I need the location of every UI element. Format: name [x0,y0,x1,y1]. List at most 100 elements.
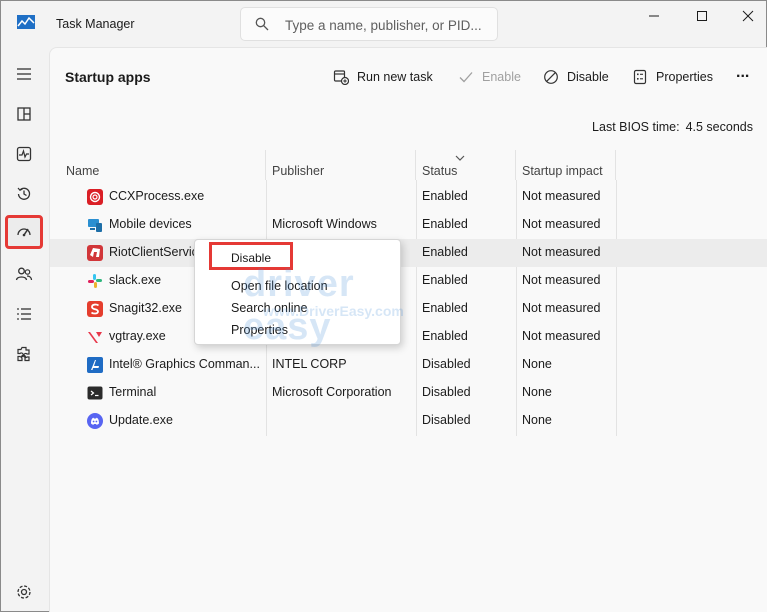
table-row[interactable]: Mobile devices Microsoft Windows Enabled… [50,211,767,239]
properties-icon [633,69,647,85]
row-impact: Not measured [522,189,601,203]
close-button[interactable] [725,1,767,31]
row-impact: Not measured [522,245,601,259]
table-row-selected[interactable]: RiotClientServices.exe Enabled Not measu… [50,239,767,267]
maximize-icon [697,11,707,21]
table-row[interactable]: Intel® Graphics Comman... INTEL CORP Dis… [50,351,767,379]
enable-label: Enable [482,70,521,84]
close-icon [742,10,754,22]
left-navigation [1,47,49,611]
users-icon [15,267,33,281]
context-menu-properties[interactable]: Properties [231,323,288,337]
row-impact: None [522,385,552,399]
row-publisher: Microsoft Corporation [272,385,392,399]
table-row[interactable]: vgtray.exe Enabled Not measured [50,323,767,351]
nav-performance[interactable] [5,137,43,171]
riot-icon [87,245,103,261]
row-name: CCXProcess.exe [109,189,205,203]
adobe-cc-icon [87,189,103,205]
table-header: Name Publisher Status Startup impact [50,150,767,180]
column-header-name[interactable]: Name [60,150,266,180]
search-box[interactable] [240,7,498,41]
nav-services[interactable] [5,337,43,371]
disable-label: Disable [567,70,609,84]
row-status: Enabled [422,217,468,231]
table-row[interactable]: Update.exe Disabled None [50,407,767,435]
row-impact: Not measured [522,301,601,315]
context-menu: Disable Open file location Search online… [194,239,401,345]
maximize-button[interactable] [679,1,725,31]
search-icon [255,17,269,31]
minimize-button[interactable] [631,1,677,31]
table-row[interactable]: Snagit32.exe Enabled Not measured [50,295,767,323]
row-status: Enabled [422,273,468,287]
run-new-task-button[interactable]: Run new task [333,65,433,89]
startup-apps-icon [17,228,31,237]
row-status: Enabled [422,301,468,315]
disable-icon [544,70,558,84]
run-new-task-icon [333,70,349,85]
context-menu-open-file-location[interactable]: Open file location [231,279,328,293]
slack-icon [88,274,102,288]
search-input[interactable] [285,15,490,35]
context-menu-search-online[interactable]: Search online [231,301,307,315]
run-new-task-label: Run new task [357,70,433,84]
row-status: Disabled [422,413,471,427]
gear-icon [17,585,31,599]
nav-users[interactable] [5,257,43,291]
row-impact: Not measured [522,329,601,343]
bios-time-value: 4.5 seconds [685,120,753,134]
valorant-icon [88,332,102,343]
app-history-icon [17,187,31,200]
row-name: Update.exe [109,413,173,427]
checkmark-icon [459,72,473,83]
services-icon [17,346,30,362]
row-impact: Not measured [522,217,601,231]
table-row[interactable]: CCXProcess.exe Enabled Not measured [50,183,767,211]
row-publisher: Microsoft Windows [272,217,377,231]
properties-button[interactable]: Properties [632,65,713,89]
row-name: Terminal [109,385,157,399]
row-status: Enabled [422,329,468,343]
column-header-status[interactable]: Status [416,150,516,180]
more-options-button[interactable]: ... [736,61,749,85]
row-name: Intel® Graphics Comman... [109,357,259,371]
row-impact: None [522,357,552,371]
table-row[interactable]: slack.exe Enabled Not measured [50,267,767,295]
nav-startup-apps[interactable] [5,215,43,249]
disable-button[interactable]: Disable [543,65,609,89]
row-impact: None [522,413,552,427]
nav-app-history[interactable] [5,177,43,211]
context-menu-disable[interactable]: Disable [209,242,293,270]
snagit-icon [87,301,103,317]
mobile-devices-icon [88,219,102,232]
intel-graphics-icon [87,357,103,373]
table-row[interactable]: Terminal Microsoft Corporation Disabled … [50,379,767,407]
minimize-icon [649,15,659,17]
bios-time-label: Last BIOS time: [592,120,680,134]
app-title: Task Manager [56,17,135,31]
nav-settings[interactable] [5,575,43,609]
nav-hamburger-menu[interactable] [5,57,43,91]
page-title: Startup apps [65,69,151,85]
title-bar: Task Manager [1,1,766,47]
terminal-icon [87,386,103,400]
nav-processes[interactable] [5,97,43,131]
row-impact: Not measured [522,273,601,287]
bios-time: Last BIOS time: 4.5 seconds [586,120,753,134]
context-menu-disable-label: Disable [231,251,272,265]
column-header-publisher[interactable]: Publisher [266,150,416,180]
properties-label: Properties [656,70,713,84]
sort-chevron-down-icon [455,155,465,161]
discord-icon [87,413,103,429]
enable-button[interactable]: Enable [458,65,521,89]
task-manager-window: Task Manager Type a name, publisher, or … [0,0,767,612]
row-status: Enabled [422,189,468,203]
column-header-startup-impact[interactable]: Startup impact [516,150,616,180]
main-content: Startup apps Run new task Enable Disable… [49,47,767,612]
task-manager-app-icon [17,15,35,29]
details-icon [17,308,31,320]
row-publisher: INTEL CORP [272,357,347,371]
performance-icon [16,146,32,162]
nav-details[interactable] [5,297,43,331]
